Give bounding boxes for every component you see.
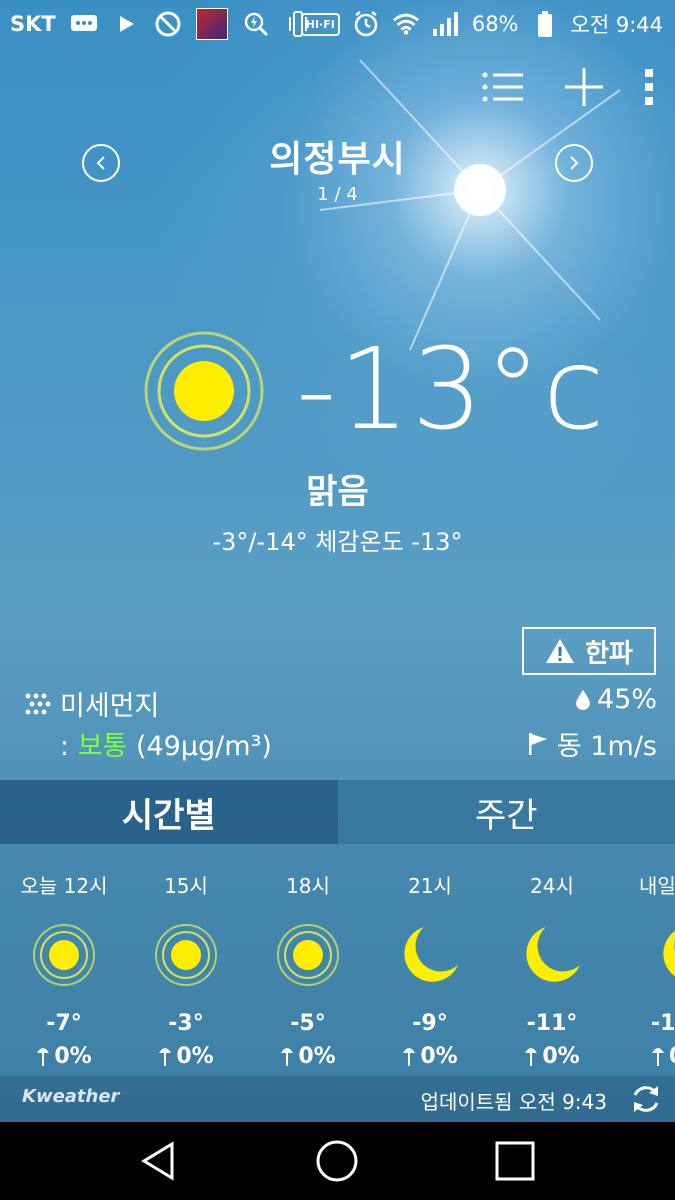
kweather-logo: Kweather xyxy=(22,1086,120,1107)
hour-rain-row: 0% xyxy=(247,1044,369,1069)
app-notification-icon xyxy=(195,8,228,40)
current-temperature: -13°c xyxy=(296,325,607,455)
sun-icon xyxy=(33,924,95,986)
clock: 오전 9:44 xyxy=(570,13,663,37)
recent-apps-icon[interactable] xyxy=(492,1138,538,1184)
hour-rain-chance: 0% xyxy=(542,1044,580,1069)
alert-label: 한파 xyxy=(585,638,633,669)
hour-label: 18시 xyxy=(286,874,330,898)
tab-hourly[interactable]: 시간별 xyxy=(0,780,338,844)
hour-rain-chance: 0% xyxy=(298,1044,336,1069)
more-options-icon[interactable] xyxy=(643,67,655,111)
system-navigation-bar xyxy=(0,1122,675,1200)
hour-rain-row: 0% xyxy=(3,1044,125,1069)
hour-rain-chance: 0% xyxy=(176,1044,214,1069)
fine-dust-prefix: : xyxy=(60,731,78,762)
sun-icon xyxy=(144,331,264,451)
footer-bar: Kweather 업데이트됨 오전 9:43 xyxy=(0,1076,675,1122)
tab-weekly[interactable]: 주간 xyxy=(338,780,675,844)
sun-icon xyxy=(155,924,217,986)
fine-dust-value: (49µg/m³) xyxy=(135,731,272,762)
fine-dust-value-row: : 보통 (49µg/m³) xyxy=(60,724,272,763)
hour-temp: -1 xyxy=(651,1011,675,1036)
hourly-item: 18시 -5° 0% xyxy=(247,844,369,1069)
flag-icon xyxy=(528,732,547,755)
hour-rain-chance: 0% xyxy=(420,1044,458,1069)
forecast-tabs: 시간별 주간 xyxy=(0,780,675,844)
weather-alert-button[interactable]: 한파 xyxy=(522,627,656,675)
fine-dust-level: 보통 xyxy=(77,731,128,762)
dust-icon xyxy=(25,693,51,714)
hour-rain-row: 0% xyxy=(125,1044,247,1069)
hour-temp: -11° xyxy=(526,1011,578,1036)
refresh-icon[interactable] xyxy=(629,1082,663,1116)
droplet-icon xyxy=(575,689,590,710)
back-icon[interactable] xyxy=(136,1138,182,1184)
moon-icon xyxy=(663,931,675,977)
moon-icon xyxy=(526,927,580,982)
hourly-item: 24시 -11° 0% xyxy=(491,844,613,1069)
city-header: 의정부시 1 / 4 xyxy=(0,130,675,205)
hour-label: 21시 xyxy=(408,874,452,898)
umbrella-icon xyxy=(403,1047,416,1066)
hour-rain-chance: 0 xyxy=(669,1044,675,1069)
hour-temp: -3° xyxy=(168,1011,204,1036)
hourly-item: 15시 -3° 0% xyxy=(125,844,247,1069)
top-actions xyxy=(481,66,655,112)
umbrella-icon xyxy=(652,1047,664,1066)
temp-range-feels-like: -3°/-14° 체감온도 -13° xyxy=(212,528,463,556)
hour-label: 오늘 12시 xyxy=(20,874,108,898)
hour-label: 내일 xyxy=(639,874,675,898)
home-icon[interactable] xyxy=(314,1138,360,1184)
alarm-icon xyxy=(352,10,380,38)
play-icon xyxy=(112,10,140,38)
city-page-indicator: 1 / 4 xyxy=(317,184,358,205)
hour-rain-row: 0% xyxy=(491,1044,613,1069)
fine-dust-label: 미세먼지 xyxy=(60,691,160,722)
umbrella-icon xyxy=(37,1047,50,1066)
hour-temp: -5° xyxy=(290,1011,326,1036)
hour-temp: -9° xyxy=(412,1011,448,1036)
message-icon xyxy=(70,10,98,38)
hourly-item: 21시 -9° 0% xyxy=(369,844,491,1069)
umbrella-icon xyxy=(281,1047,294,1066)
status-bar: SKT HI·FI 68% 오전 9:44 xyxy=(0,0,675,48)
block-icon xyxy=(154,10,182,38)
add-icon[interactable] xyxy=(563,66,605,112)
humidity-value: 45% xyxy=(596,684,657,715)
wifi-icon xyxy=(392,10,420,38)
fine-dust-label-row: 미세먼지 xyxy=(24,684,159,723)
umbrella-icon xyxy=(525,1047,538,1066)
hour-label: 24시 xyxy=(530,874,574,898)
city-name: 의정부시 xyxy=(269,139,406,180)
warning-icon xyxy=(546,639,575,663)
hourly-item: 오늘 12시 -7° 0% xyxy=(3,844,125,1069)
weather-condition: 맑음 xyxy=(306,472,369,512)
humidity-row: 45% xyxy=(575,684,657,715)
carrier-label: SKT xyxy=(10,12,56,36)
hour-rain-chance: 0% xyxy=(54,1044,92,1069)
hourly-item: 내일 -1 0 xyxy=(613,844,675,1069)
wind-row: 동 1m/s xyxy=(527,724,657,763)
sun-icon xyxy=(277,924,339,986)
moon-icon xyxy=(404,927,458,982)
hifi-icon: HI·FI xyxy=(300,12,340,36)
updated-time: 업데이트됨 오전 9:43 xyxy=(420,1090,607,1114)
battery-percent: 68% xyxy=(471,12,519,36)
battery-icon xyxy=(531,10,559,38)
signal-icon xyxy=(432,10,460,38)
hourly-forecast-list[interactable]: 오늘 12시 -7° 0% 15시 -3° 0% 18시 -5° 0% 21시 … xyxy=(0,844,675,1076)
hour-rain-row: 0% xyxy=(369,1044,491,1069)
search-bolt-icon xyxy=(242,10,270,38)
hour-rain-row: 0 xyxy=(613,1044,675,1069)
wind-value: 동 1m/s xyxy=(556,731,657,762)
hour-temp: -7° xyxy=(46,1011,82,1036)
umbrella-icon xyxy=(159,1047,172,1066)
hour-label: 15시 xyxy=(164,874,208,898)
list-icon[interactable] xyxy=(481,70,525,108)
